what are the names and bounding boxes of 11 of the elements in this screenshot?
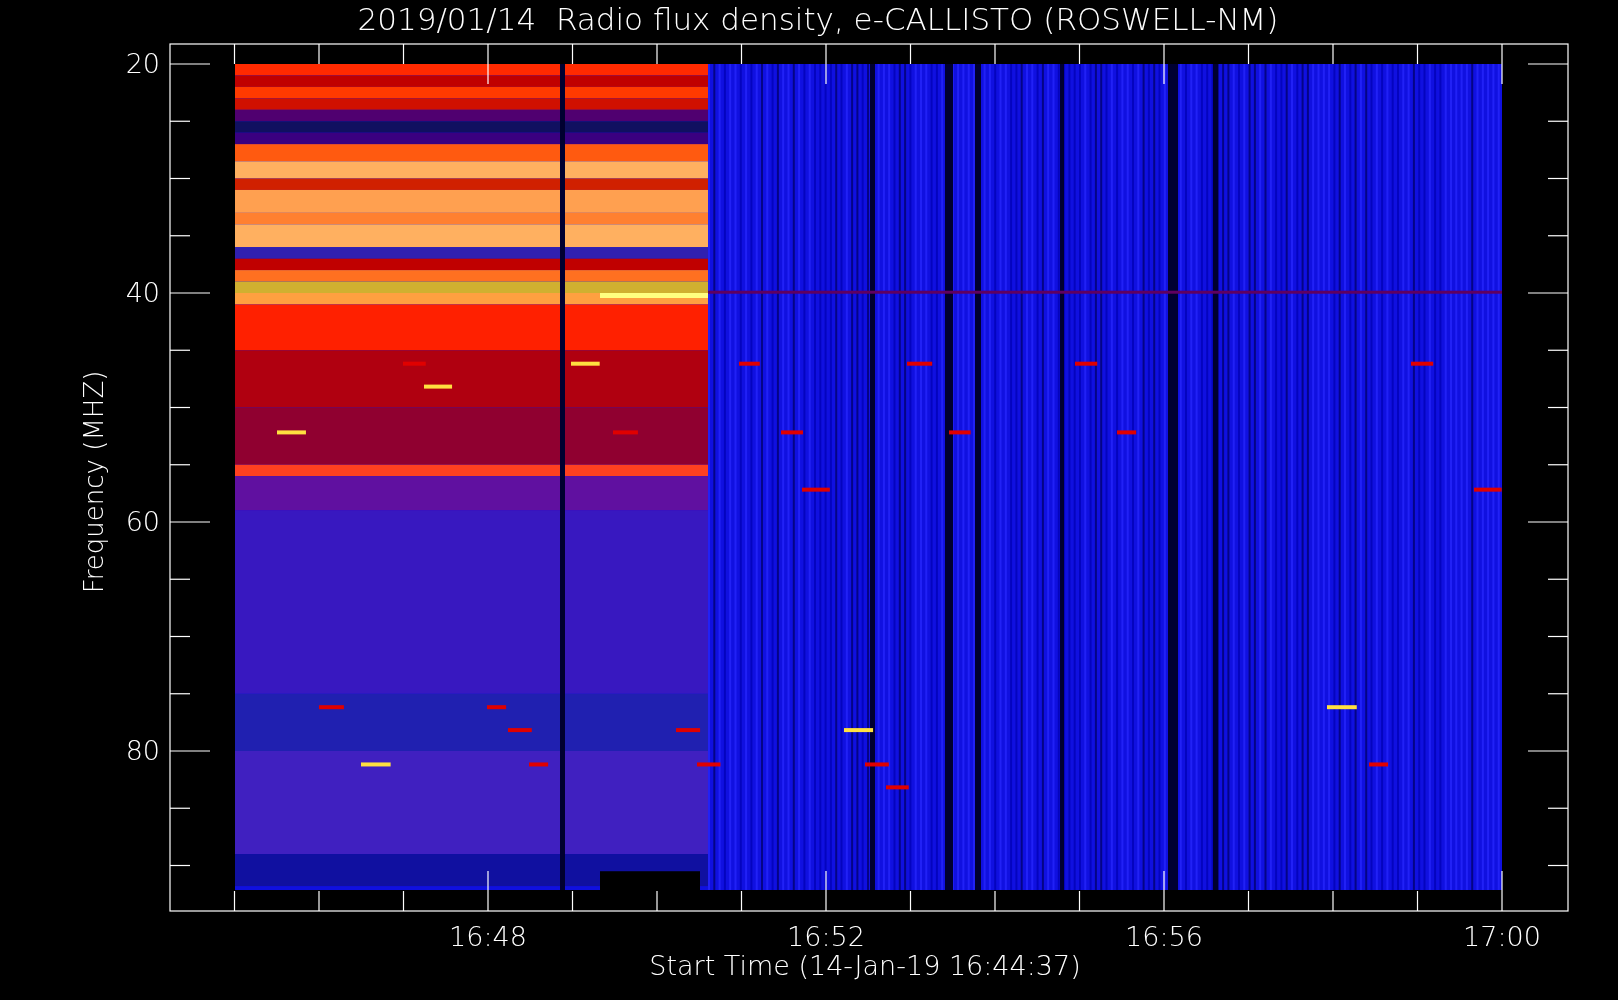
x-tick-label: 16:56 [1125, 921, 1203, 952]
plot-title: 2019/01/14 Radio flux density, e-CALLISTO (ROSWELL-NM) [357, 1, 1279, 37]
x-tick-label: 16:48 [449, 921, 527, 952]
x-axis-label: Start Time (14-Jan-19 16:44:37) [649, 950, 1081, 981]
y-tick-label: 60 [125, 506, 160, 537]
x-tick-label: 17:00 [1463, 921, 1541, 952]
y-tick-label: 40 [125, 277, 160, 308]
x-tick-label: 16:52 [787, 921, 865, 952]
y-tick-label: 80 [125, 735, 160, 766]
y-axis-label: Frequency (MHZ) [79, 370, 109, 594]
y-tick-label: 20 [125, 48, 160, 79]
